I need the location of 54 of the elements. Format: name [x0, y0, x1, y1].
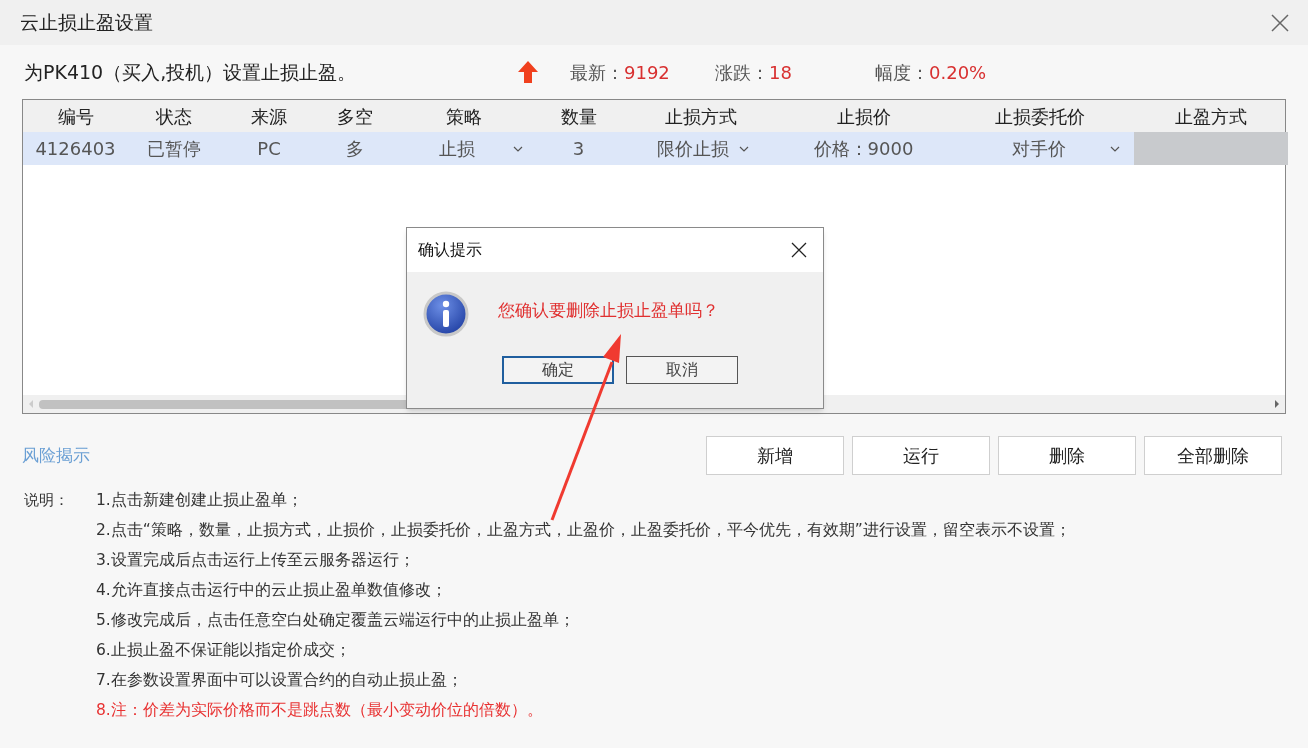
note-text: 3.设置完成后点击运行上传至云服务器运行； — [96, 550, 416, 571]
notes-label: 说明： — [24, 490, 70, 511]
action-button[interactable]: 新增 — [706, 436, 844, 475]
note-text: 4.允许直接点击运行中的云止损止盈单数值修改； — [96, 580, 448, 601]
dropdown-cell[interactable]: 对手价 — [946, 132, 1134, 165]
window-title: 云止损止盈设置 — [20, 10, 153, 36]
table-cell-text: PC — [256, 137, 282, 161]
dialog-button[interactable]: 取消 — [626, 356, 738, 384]
note-text: 1.点击新建创建止损止盈单； — [96, 490, 304, 511]
chevron-down-icon — [513, 145, 523, 152]
stat-value: 9192 — [624, 60, 670, 85]
column-header[interactable]: 状态 — [128, 100, 219, 132]
action-button[interactable]: 删除 — [998, 436, 1136, 475]
dialog-message: 您确认要删除止损止盈单吗？ — [498, 299, 719, 323]
note-text: 7.在参数设置界面中可以设置合约的自动止损止盈； — [96, 670, 464, 691]
table-cell-text: 3 — [571, 137, 586, 161]
close-icon — [1271, 13, 1289, 32]
table-cell-text: 多 — [345, 137, 365, 161]
stat-value: 18 — [769, 60, 792, 85]
stat-value: 0.20% — [929, 60, 987, 85]
column-header[interactable]: 止损价 — [781, 100, 946, 132]
column-header[interactable]: 止损方式 — [621, 100, 781, 132]
note-text: 5.修改完成后，点击任意空白处确定覆盖云端运行中的止损止盈单； — [96, 610, 576, 631]
column-header[interactable]: 多空 — [319, 100, 391, 132]
stat-label: 幅度： — [875, 60, 929, 85]
dropdown-cell[interactable]: 止损 — [391, 132, 536, 165]
contract-heading: 为PK410（买入,投机）设置止损止盈。 — [24, 59, 358, 85]
dropdown-cell[interactable]: 限价止损 — [621, 132, 781, 165]
scroll-right-icon[interactable] — [1273, 399, 1281, 409]
column-header[interactable]: 止盈方式 — [1134, 100, 1288, 132]
stat-label: 涨跌： — [715, 60, 769, 85]
stat-label: 最新： — [570, 60, 624, 85]
column-header[interactable]: 数量 — [536, 100, 621, 132]
table-row[interactable]: 4126403 已暂停 PC 多 止损 3 限价止损 价格：9000 对手价 — [23, 132, 1285, 165]
action-button[interactable]: 全部删除 — [1144, 436, 1282, 475]
column-header[interactable]: 止损委托价 — [946, 100, 1134, 132]
dialog-button[interactable]: 确定 — [502, 356, 614, 384]
table-cell[interactable] — [1134, 132, 1288, 165]
dialog-title: 确认提示 — [418, 239, 482, 261]
note-text: 6.止损止盈不保证能以指定价成交； — [96, 640, 352, 661]
chevron-down-icon — [739, 145, 749, 152]
info-icon — [423, 291, 469, 337]
note-text: 2.点击“策略，数量，止损方式，止损价，止损委托价，止盈方式，止盈价，止盈委托价，平今优先，有效期”进行设置，留空表示不设置； — [96, 520, 1071, 541]
table-cell-text: 已暂停 — [145, 137, 202, 161]
close-icon — [791, 242, 807, 258]
chevron-down-icon — [1110, 145, 1120, 152]
up-arrow-icon — [518, 61, 538, 83]
column-header[interactable]: 策略 — [391, 100, 536, 132]
column-header[interactable]: 来源 — [219, 100, 319, 132]
note-text: 8.注：价差为实际价格而不是跳点数（最小变动价位的倍数）。 — [96, 700, 544, 721]
column-header[interactable]: 编号 — [23, 100, 128, 132]
table-cell-text: 价格：9000 — [812, 137, 915, 161]
table-cell-text: 4126403 — [34, 137, 117, 161]
action-button[interactable]: 运行 — [852, 436, 990, 475]
